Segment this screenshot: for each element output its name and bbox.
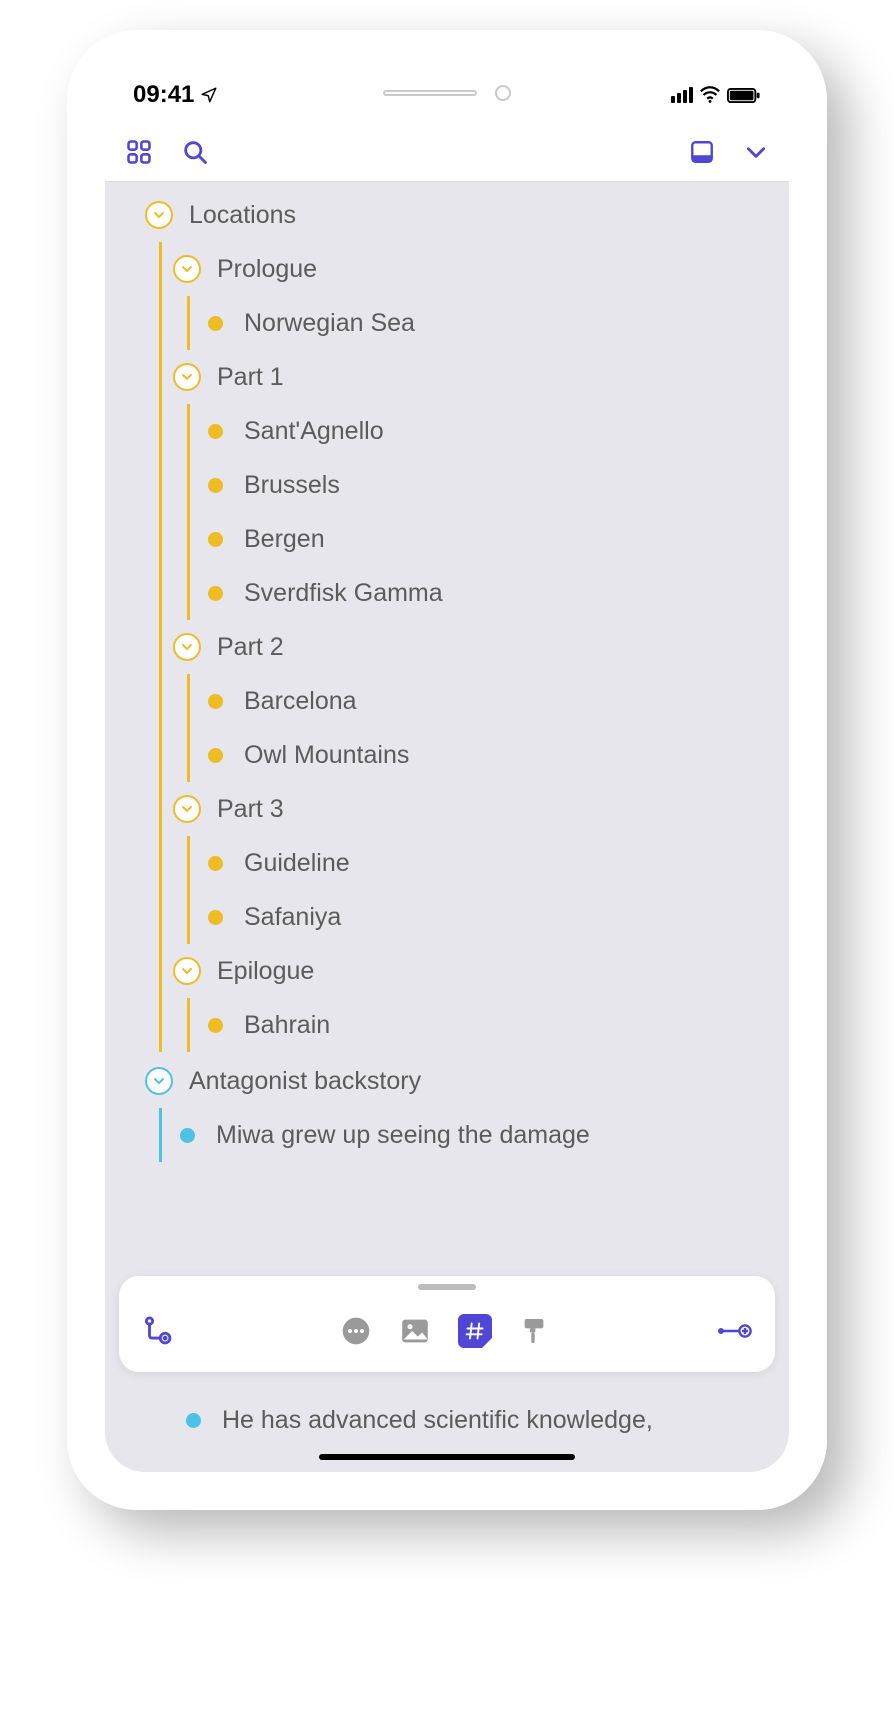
item-label: Safaniya [244,903,341,932]
bullet-icon [208,478,223,493]
search-icon[interactable] [181,138,209,166]
section-label: Antagonist backstory [189,1067,421,1096]
section-antagonist[interactable]: Antagonist backstory Miwa grew up seeing… [145,1054,775,1162]
add-child-node-icon[interactable] [141,1314,175,1348]
chevron-down-circle-icon[interactable] [173,795,201,823]
chevron-down-circle-icon[interactable] [173,633,201,661]
group-label: Part 1 [217,363,284,392]
front-camera [495,85,511,101]
image-icon[interactable] [398,1314,432,1348]
bullet-icon [208,748,223,763]
outline-item[interactable]: Norwegian Sea [201,296,775,350]
outline-item[interactable]: Guideline [201,836,775,890]
outline-item[interactable]: Owl Mountains [201,728,775,782]
location-arrow-icon [200,86,218,104]
group-epilogue[interactable]: Epilogue Bahrain [173,944,775,1052]
add-sibling-node-icon[interactable] [715,1319,753,1343]
item-label: Bahrain [244,1011,330,1040]
more-icon[interactable] [340,1315,372,1347]
chevron-down-icon[interactable] [743,139,769,165]
group-label: Part 2 [217,633,284,662]
outline-item[interactable]: Safaniya [201,890,775,944]
battery-icon [727,87,761,104]
outline-item-peek: He has advanced scientific knowledge, [119,1390,775,1450]
speaker-slot [383,90,477,96]
item-label: Bergen [244,525,325,554]
section-locations[interactable]: Locations Prologue Norwegian Sea [145,188,775,1052]
section-label: Locations [189,201,296,230]
group-part-3[interactable]: Part 3 Guideline Safaniya [173,782,775,944]
bullet-icon [208,586,223,601]
chevron-down-circle-icon[interactable] [173,957,201,985]
chevron-down-circle-icon[interactable] [173,363,201,391]
wifi-icon [699,84,721,106]
item-label: Sant'Agnello [244,417,384,446]
hashtag-note-icon[interactable] [458,1314,492,1348]
group-part-1[interactable]: Part 1 Sant'Agnello Brussels Bergen Sver… [173,350,775,620]
cellular-icon [671,87,693,103]
bullet-icon [208,1018,223,1033]
clock: 09:41 [133,81,194,109]
bullet-icon [208,856,223,871]
format-paint-icon[interactable] [518,1315,550,1347]
item-label: Brussels [244,471,340,500]
group-label: Part 3 [217,795,284,824]
item-label: Owl Mountains [244,741,409,770]
outline-item[interactable]: Sant'Agnello [201,404,775,458]
group-part-2[interactable]: Part 2 Barcelona Owl Mountains [173,620,775,782]
outline-item[interactable]: Miwa grew up seeing the damage [173,1108,775,1162]
item-label: He has advanced scientific knowledge, [222,1406,653,1435]
item-label: Miwa grew up seeing the damage [216,1121,590,1150]
screen: 09:41 [105,68,789,1472]
grid-icon[interactable] [125,138,153,166]
item-label: Norwegian Sea [244,309,415,338]
chevron-down-circle-icon[interactable] [173,255,201,283]
outline-item[interactable]: Bahrain [201,998,775,1052]
panel-bottom-icon[interactable] [689,139,715,165]
phone-frame: 09:41 [67,30,827,1510]
bullet-icon [208,910,223,925]
item-label: Barcelona [244,687,357,716]
bullet-icon [186,1413,201,1428]
bottom-toolbar[interactable] [119,1276,775,1372]
bullet-icon [180,1128,195,1143]
group-label: Epilogue [217,957,314,986]
chevron-down-circle-icon[interactable] [145,1067,173,1095]
chevron-down-circle-icon[interactable] [145,201,173,229]
group-prologue[interactable]: Prologue Norwegian Sea [173,242,775,350]
item-label: Guideline [244,849,350,878]
top-toolbar [105,122,789,182]
item-label: Sverdfisk Gamma [244,579,443,608]
outline-item[interactable]: Barcelona [201,674,775,728]
outline-item[interactable]: Sverdfisk Gamma [201,566,775,620]
outline-item[interactable]: Brussels [201,458,775,512]
outline-item[interactable]: Bergen [201,512,775,566]
notch [277,68,617,118]
bullet-icon [208,316,223,331]
home-indicator[interactable] [319,1454,575,1460]
bullet-icon [208,424,223,439]
bullet-icon [208,532,223,547]
group-label: Prologue [217,255,317,284]
bullet-icon [208,694,223,709]
